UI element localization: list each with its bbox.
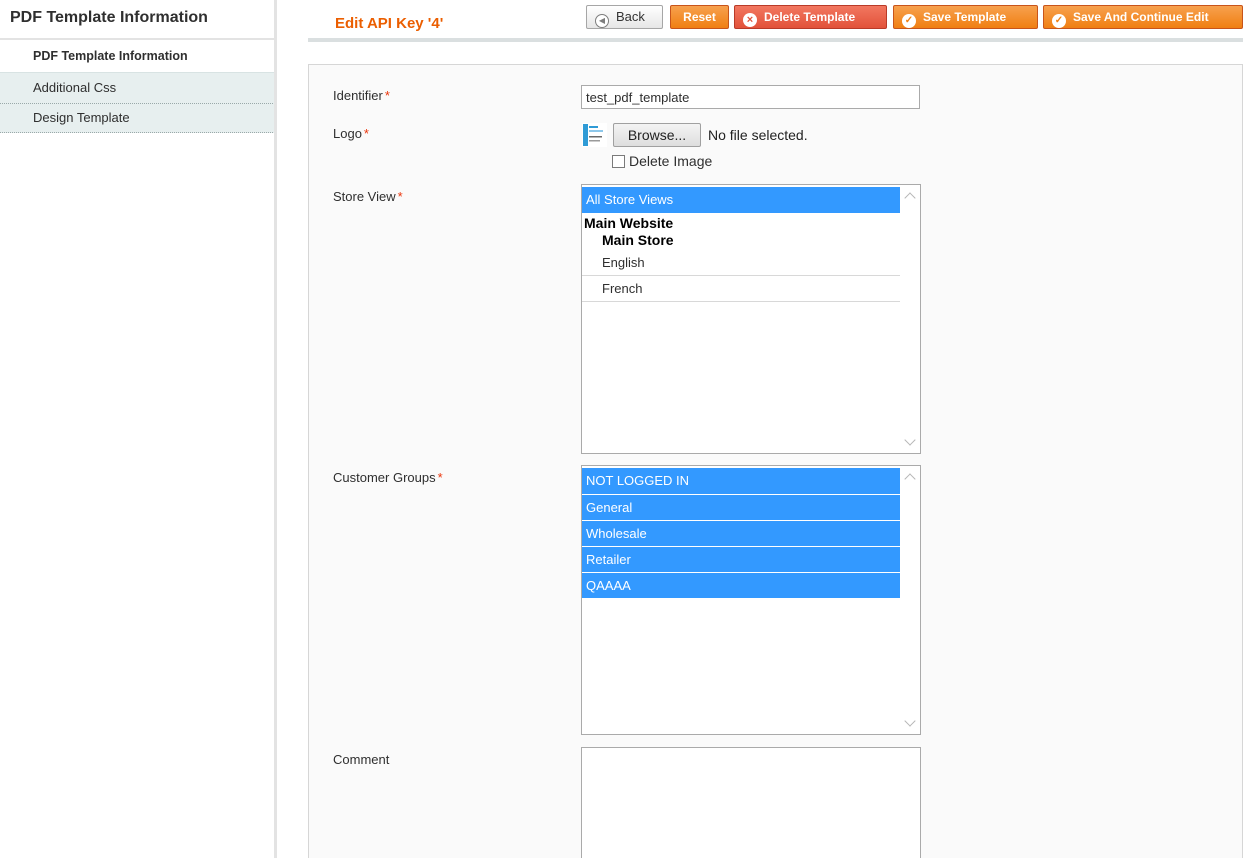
option-not-logged-in[interactable]: NOT LOGGED IN <box>582 468 900 494</box>
comment-label: Comment <box>333 752 390 767</box>
logo-label: Logo * <box>333 126 369 141</box>
identifier-input[interactable] <box>581 85 920 109</box>
checkmark-icon: ✓ <box>1052 14 1066 28</box>
save-button-label: Save Template <box>923 10 1007 24</box>
option-wholesale[interactable]: Wholesale <box>582 520 900 546</box>
sidebar-divider <box>274 0 277 858</box>
delete-button-label: Delete Template <box>764 10 856 24</box>
scroll-down-icon[interactable] <box>904 715 916 727</box>
browse-button[interactable]: Browse... <box>613 123 701 147</box>
store-view-multiselect[interactable]: All Store Views Main Website Main Store … <box>581 184 921 454</box>
delete-image-checkbox[interactable] <box>612 155 625 168</box>
store-view-scrollbar[interactable] <box>901 185 920 453</box>
sidebar-title: PDF Template Information <box>10 9 208 26</box>
option-general[interactable]: General <box>582 494 900 520</box>
store-view-label: Store View * <box>333 189 403 204</box>
option-qaaaa[interactable]: QAAAA <box>582 572 900 598</box>
optgroup-main-store: Main Store <box>602 232 674 248</box>
save-continue-button-label: Save And Continue Edit <box>1073 10 1209 24</box>
optgroup-main-website: Main Website <box>584 215 674 231</box>
sidebar: PDF Template Information PDF Template In… <box>0 0 275 858</box>
delete-circle-icon: × <box>743 13 757 27</box>
header-divider <box>308 38 1243 42</box>
customer-groups-scrollbar[interactable] <box>901 466 920 734</box>
scroll-down-icon[interactable] <box>904 434 916 446</box>
tab-design-template[interactable]: Design Template <box>0 104 275 133</box>
option-french[interactable]: French <box>582 276 900 302</box>
back-arrow-icon: ◀ <box>595 14 609 28</box>
required-marker: * <box>397 189 403 204</box>
tab-pdf-template-information[interactable]: PDF Template Information <box>0 40 275 73</box>
option-retailer[interactable]: Retailer <box>582 546 900 572</box>
option-all-store-views[interactable]: All Store Views <box>582 187 900 213</box>
logo-thumbnail-icon[interactable] <box>582 123 607 147</box>
checkmark-icon: ✓ <box>902 14 916 28</box>
tab-additional-css[interactable]: Additional Css <box>0 73 275 104</box>
identifier-label: Identifier * <box>333 88 390 103</box>
file-status-text: No file selected. <box>708 127 808 143</box>
scroll-up-icon[interactable] <box>904 473 916 485</box>
back-button-label: Back <box>616 9 645 24</box>
required-marker: * <box>437 470 443 485</box>
page-title: Edit API Key '4' <box>335 15 444 32</box>
back-button[interactable]: ◀ Back <box>586 5 663 29</box>
customer-groups-multiselect[interactable]: NOT LOGGED IN General Wholesale Retailer… <box>581 465 921 735</box>
delete-image-label[interactable]: Delete Image <box>629 153 712 169</box>
comment-textarea[interactable] <box>581 747 921 858</box>
required-marker: * <box>384 88 390 103</box>
save-template-button[interactable]: ✓ Save Template <box>893 5 1038 29</box>
save-and-continue-button[interactable]: ✓ Save And Continue Edit <box>1043 5 1243 29</box>
reset-button[interactable]: Reset <box>670 5 729 29</box>
option-english[interactable]: English <box>582 250 900 276</box>
delete-template-button[interactable]: × Delete Template <box>734 5 887 29</box>
customer-groups-label: Customer Groups * <box>333 470 443 485</box>
scroll-up-icon[interactable] <box>904 192 916 204</box>
required-marker: * <box>363 126 369 141</box>
